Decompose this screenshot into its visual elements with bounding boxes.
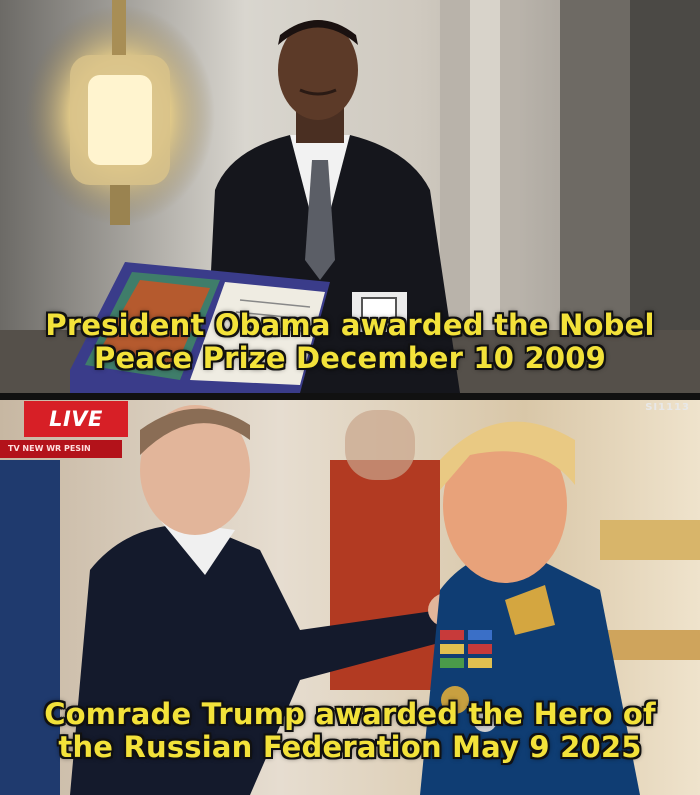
panel-divider — [0, 393, 700, 400]
top-caption: President Obama awarded the Nobel Peace … — [0, 309, 700, 375]
bottom-photo-panel: Comrade Trump awarded the Hero of the Ru… — [0, 400, 700, 795]
live-badge: LIVE — [24, 401, 128, 437]
bottom-caption-line2: the Russian Federation May 9 2025 — [58, 730, 642, 764]
news-ticker: TV NEW WR PESIN — [0, 440, 122, 458]
bottom-caption: Comrade Trump awarded the Hero of the Ru… — [0, 698, 700, 764]
channel-bug: SI1113 — [645, 402, 690, 413]
top-caption-line1: President Obama awarded the Nobel — [45, 308, 655, 342]
top-caption-line2: Peace Prize December 10 2009 — [94, 341, 606, 375]
bottom-caption-line1: Comrade Trump awarded the Hero of — [44, 697, 656, 731]
top-photo-panel: President Obama awarded the Nobel Peace … — [0, 0, 700, 393]
